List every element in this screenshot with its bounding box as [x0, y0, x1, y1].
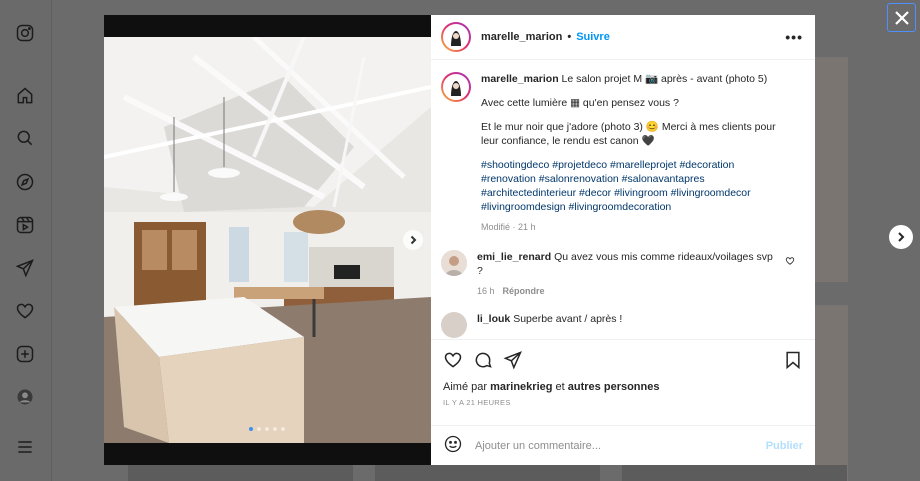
comment-icon[interactable] [473, 350, 503, 373]
comment-text: Superbe avant / après ! [513, 313, 623, 325]
sidebar [0, 0, 52, 481]
publish-button[interactable]: Publier [766, 440, 803, 452]
like-icon[interactable] [443, 350, 473, 373]
comment-like-icon[interactable] [785, 256, 795, 266]
comment: li_louk Superbe avant / après ! [441, 312, 803, 338]
caption-line: Et le mur noir que j'adore (photo 3) 😊 M… [481, 121, 776, 147]
post-timestamp: IL Y A 21 HEURES [443, 398, 511, 407]
background-post-thumbnail [815, 57, 848, 282]
comment-age: 16 h [477, 286, 495, 296]
separator-dot: • [567, 31, 572, 43]
background-post-thumbnail [128, 465, 353, 481]
carousel-dot [273, 427, 277, 431]
more-options-icon[interactable]: ••• [785, 29, 803, 45]
emoji-icon[interactable] [443, 434, 463, 457]
carousel-next-button[interactable] [403, 230, 423, 250]
likes-prefix: Aimé par [443, 381, 488, 393]
carousel-dot [281, 427, 285, 431]
commenter-avatar[interactable] [441, 312, 467, 338]
post-photo [104, 37, 431, 443]
reply-button[interactable]: Répondre [503, 286, 545, 296]
caption-line: Avec cette lumière ▦ qu'en pensez vous ? [481, 97, 679, 109]
likes-summary[interactable]: Aimé par marinekrieg et autres personnes [443, 381, 803, 393]
background-post-thumbnail [375, 465, 600, 481]
next-post-button[interactable] [889, 225, 913, 249]
close-icon[interactable] [887, 3, 916, 32]
follow-button[interactable]: Suivre [576, 31, 610, 43]
reels-icon[interactable] [14, 214, 36, 236]
carousel-dot [249, 427, 253, 431]
author-username[interactable]: marelle_marion [481, 31, 562, 43]
caption-username[interactable]: marelle_marion [481, 73, 559, 85]
explore-icon[interactable] [14, 171, 36, 193]
messages-icon[interactable] [14, 257, 36, 279]
create-icon[interactable] [14, 343, 36, 365]
background-post-thumbnail [622, 465, 847, 481]
likes-others[interactable]: autres personnes [568, 381, 660, 393]
home-icon[interactable] [14, 85, 36, 107]
carousel-dot [257, 427, 261, 431]
author-avatar[interactable] [441, 22, 471, 52]
heart-icon[interactable] [14, 300, 36, 322]
post-actions: Aimé par marinekrieg et autres personnes… [431, 339, 815, 425]
share-icon[interactable] [503, 350, 533, 373]
profile-avatar[interactable] [14, 386, 36, 408]
likes-mid: et [555, 381, 565, 393]
post-header: marelle_marion • Suivre ••• [431, 15, 815, 60]
caption: marelle_marion Le salon projet M 📷 après… [441, 72, 803, 234]
comments-list[interactable]: marelle_marion Le salon projet M 📷 après… [431, 60, 815, 339]
background-post-thumbnail [815, 305, 848, 481]
add-comment-bar: Publier [431, 425, 815, 465]
comment-username[interactable]: li_louk [477, 313, 510, 325]
comment-username[interactable]: emi_lie_renard [477, 251, 551, 263]
carousel-dot [265, 427, 269, 431]
commenter-avatar[interactable] [441, 250, 467, 276]
instagram-icon[interactable] [14, 22, 36, 44]
likes-user[interactable]: marinekrieg [490, 381, 552, 393]
search-icon[interactable] [14, 127, 36, 149]
post-detail-panel: marelle_marion • Suivre ••• marelle_mari… [431, 15, 815, 465]
save-icon[interactable] [783, 350, 803, 373]
caption-line: Le salon projet M 📷 après - avant (photo… [561, 73, 768, 85]
menu-icon[interactable] [14, 436, 36, 458]
post-media [104, 15, 431, 465]
comment-input[interactable] [475, 439, 745, 452]
carousel-indicator [249, 427, 285, 431]
author-avatar[interactable] [441, 72, 471, 102]
caption-meta: Modifié · 21 h [481, 222, 536, 232]
caption-hashtags[interactable]: #shootingdeco #projetdeco #marelleprojet… [481, 158, 781, 214]
comment: emi_lie_renard Qu avez vous mis comme ri… [441, 250, 803, 298]
